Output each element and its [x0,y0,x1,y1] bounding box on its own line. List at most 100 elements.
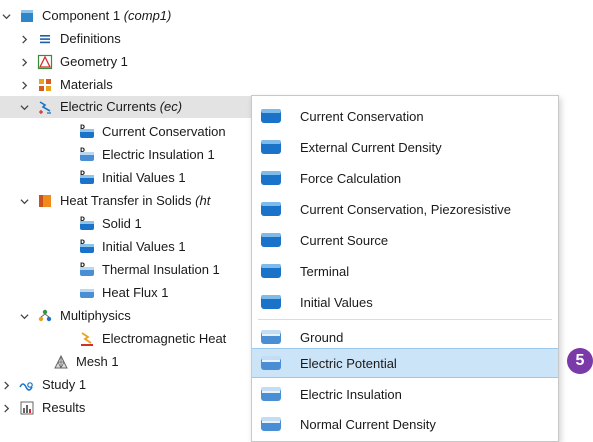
domain-feature-icon: D [78,124,96,140]
tree-node-electric-insulation[interactable]: D Electric Insulation 1 [78,144,215,166]
tree-item-label: Heat Flux 1 [102,285,169,300]
tree-node-results[interactable]: Results [0,397,85,419]
em-heating-label: Electromagnetic Heat [102,331,227,346]
tree-node-electric-currents[interactable]: Electric Currents (ec) [0,96,265,118]
domain-feature-icon [261,140,281,154]
chevron-down-icon[interactable] [18,305,30,327]
materials-icon [36,77,54,93]
tree-item-label: Current Conservation [102,124,226,139]
chevron-down-icon[interactable] [18,96,30,118]
tree-node-ht-initial-values[interactable]: D Initial Values 1 [78,236,186,258]
domain-feature-icon: D [78,262,96,278]
svg-text:D: D [80,147,85,154]
menu-item-current-source[interactable]: Current Source [252,225,558,255]
menu-item-label: Current Conservation [300,108,424,124]
tree-node-heat-transfer[interactable]: Heat Transfer in Solids (ht [18,190,210,212]
study-label: Study 1 [42,377,87,392]
tree-node-geometry[interactable]: Geometry 1 [18,51,128,73]
geometry-icon [36,54,54,70]
menu-item-label: Electric Potential [300,355,397,371]
menu-item-electric-insulation[interactable]: Electric Insulation [252,379,558,409]
menu-item-normal-current-density[interactable]: Normal Current Density [252,409,558,439]
tree-item-label: Electric Insulation 1 [102,147,215,162]
tree-item-label: Thermal Insulation 1 [102,262,220,277]
tree-node-initial-values[interactable]: D Initial Values 1 [78,167,186,189]
component-tag: (comp1) [123,8,172,23]
domain-feature-icon [261,264,281,278]
multiphysics-label: Multiphysics [60,308,131,323]
chevron-down-icon[interactable] [18,190,30,212]
tree-node-thermal-insulation[interactable]: D Thermal Insulation 1 [78,259,220,281]
results-label: Results [42,400,86,415]
chevron-right-icon[interactable] [18,51,30,73]
mesh-icon [52,354,70,370]
definitions-label: Definitions [60,31,121,46]
chevron-right-icon[interactable] [0,397,12,419]
tree-node-study[interactable]: Study 1 [0,374,86,396]
tree-node-em-heating[interactable]: Electromagnetic Heat [78,328,226,350]
domain-feature-icon [261,295,281,309]
menu-item-force-calculation[interactable]: Force Calculation [252,163,558,193]
menu-item-label: Electric Insulation [300,386,402,402]
component-label: Component 1 [42,8,121,23]
heat-transfer-icon [36,193,54,209]
menu-item-label: Initial Values [300,294,373,310]
menu-item-label: Force Calculation [300,170,402,186]
chevron-down-icon[interactable] [0,5,12,27]
menu-item-label: External Current Density [300,139,442,155]
context-menu: Current Conservation External Current De… [251,95,559,442]
domain-feature-icon [261,233,281,247]
chevron-right-icon[interactable] [18,28,30,50]
menu-item-initial-values[interactable]: Initial Values [252,287,558,317]
mesh-label: Mesh 1 [76,354,119,369]
menu-item-electric-potential[interactable]: Electric Potential [252,348,558,378]
menu-item-label: Normal Current Density [300,416,436,432]
electric-currents-label: Electric Currents [60,99,157,114]
tree-node-definitions[interactable]: Definitions [18,28,121,50]
menu-separator [258,319,552,320]
svg-text:D: D [80,170,85,177]
chevron-right-icon[interactable] [0,374,12,396]
heat-transfer-tag: (ht [195,193,211,208]
menu-item-label: Terminal [300,263,350,279]
svg-text:D: D [80,216,85,223]
component-icon [18,8,36,24]
menu-item-label: Current Conservation, Piezoresistive [300,201,511,217]
definitions-icon [36,31,54,47]
svg-text:D: D [80,239,85,246]
tree-node-multiphysics[interactable]: Multiphysics [18,305,131,327]
menu-item-current-conservation[interactable]: Current Conservation [252,101,558,131]
domain-feature-icon: D [78,216,96,232]
tree-node-current-conservation[interactable]: D Current Conservation [78,121,226,143]
domain-feature-icon: D [78,147,96,163]
tree-node-heat-flux[interactable]: Heat Flux 1 [78,282,168,304]
tree-node-materials[interactable]: Materials [18,74,113,96]
svg-text:D: D [80,124,85,131]
tree-node-solid[interactable]: D Solid 1 [78,213,142,235]
boundary-feature-icon [261,330,281,344]
step-number-badge: 5 [567,348,593,374]
domain-feature-icon: D [78,239,96,255]
domain-feature-icon: D [78,170,96,186]
tree-node-mesh[interactable]: Mesh 1 [30,351,119,373]
materials-label: Materials [60,77,113,92]
domain-feature-icon [261,202,281,216]
domain-feature-icon [261,171,281,185]
svg-text:D: D [80,262,85,269]
menu-item-external-current-density[interactable]: External Current Density [252,132,558,162]
chevron-right-icon[interactable] [18,74,30,96]
results-icon [18,400,36,416]
electric-currents-icon [36,99,54,115]
multiphysics-icon [36,308,54,324]
menu-item-terminal[interactable]: Terminal [252,256,558,286]
geometry-label: Geometry 1 [60,54,128,69]
heat-transfer-label: Heat Transfer in Solids [60,193,192,208]
tree-node-component[interactable]: Component 1 (comp1) [0,5,171,27]
boundary-feature-icon [261,356,281,370]
menu-item-current-conservation-piezoresistive[interactable]: Current Conservation, Piezoresistive [252,194,558,224]
em-heating-icon [78,331,96,347]
domain-feature-icon [261,109,281,123]
boundary-feature-icon [261,417,281,431]
menu-item-label: Current Source [300,232,389,248]
tree-item-label: Solid 1 [102,216,142,231]
